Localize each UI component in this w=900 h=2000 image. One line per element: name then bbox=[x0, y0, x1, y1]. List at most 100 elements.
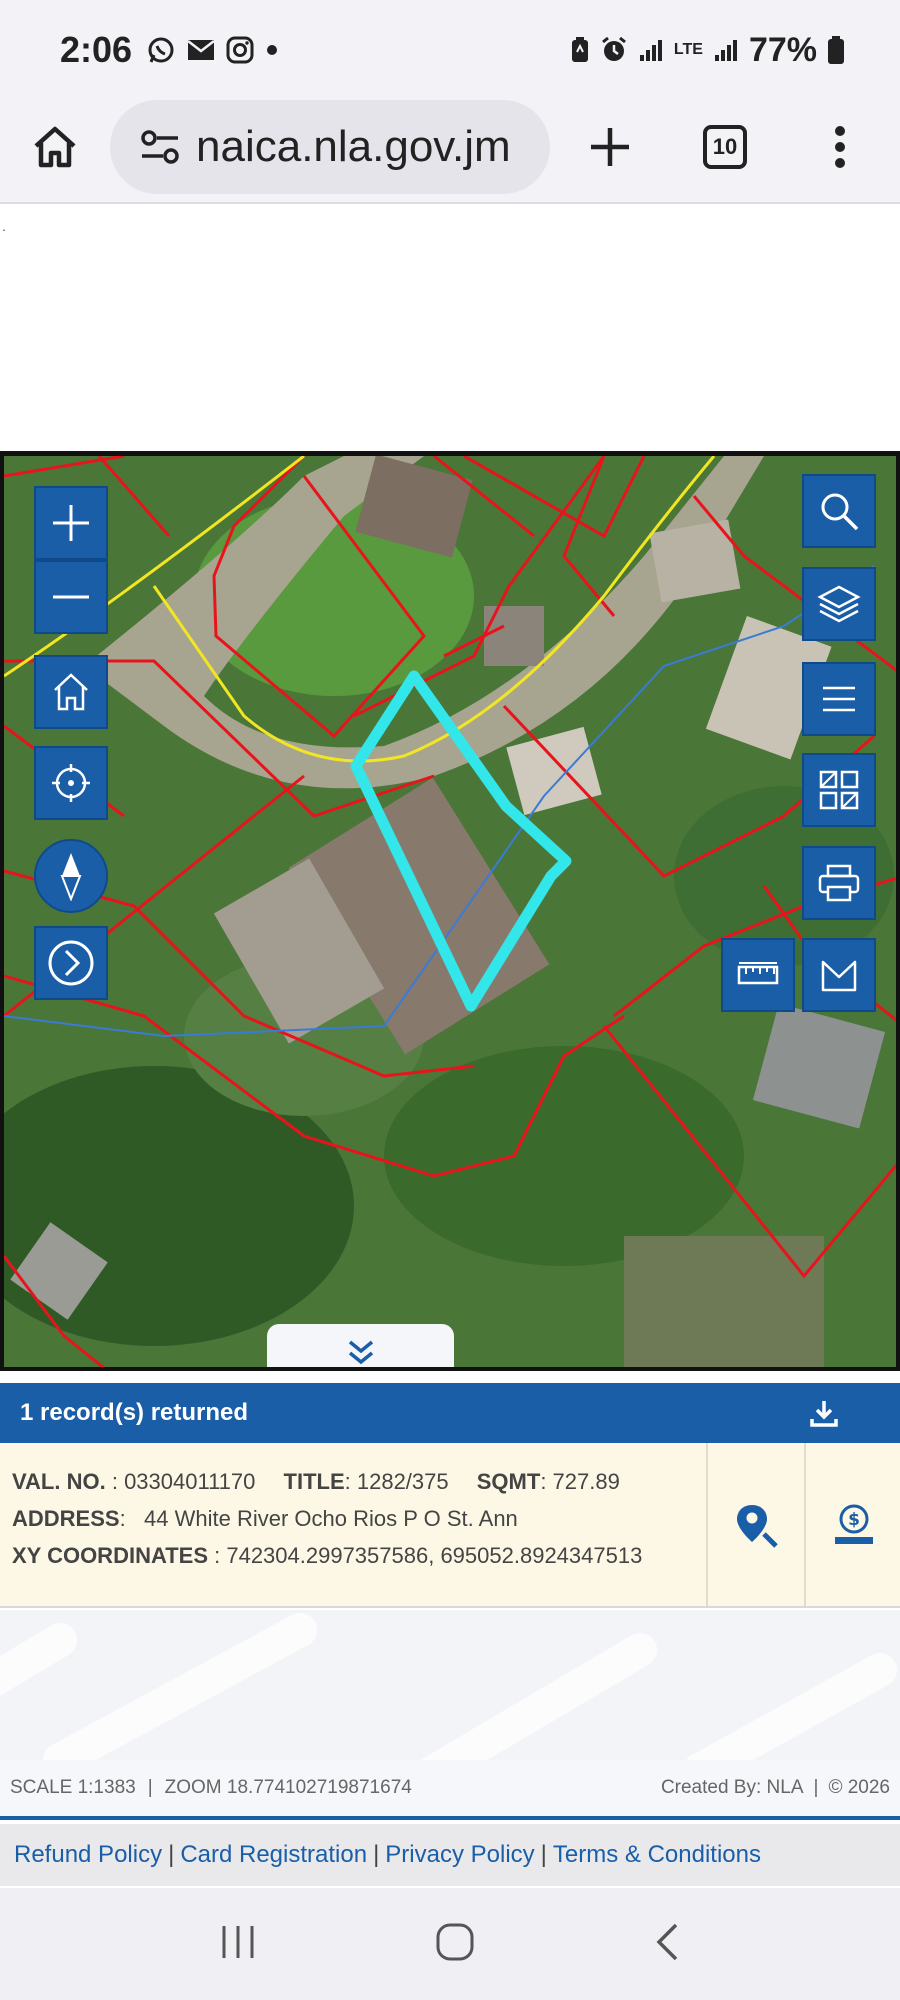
svg-text:$: $ bbox=[848, 1510, 860, 1530]
card-registration-link[interactable]: Card Registration bbox=[180, 1841, 367, 1869]
decorative-stripes bbox=[0, 1613, 897, 1760]
map-scale: SCALE 1:1383 bbox=[10, 1777, 136, 1798]
nav-home-button[interactable] bbox=[434, 1921, 476, 1968]
results-count: 1 record(s) returned bbox=[20, 1399, 249, 1426]
home-circle-icon bbox=[436, 1923, 474, 1960]
battery-saver-icon bbox=[571, 37, 588, 62]
xy-label: XY COORDINATES bbox=[12, 1543, 208, 1568]
recents-icon bbox=[222, 1925, 254, 1958]
zoom-to-parcel-button[interactable] bbox=[706, 1443, 804, 1606]
xy-value: 742304.2997357586, 695052.8924347513 bbox=[226, 1543, 643, 1568]
scale-separator: | bbox=[147, 1777, 153, 1798]
sqmt-label: SQMT bbox=[476, 1469, 541, 1494]
layers-button[interactable] bbox=[802, 567, 876, 641]
plus-icon bbox=[591, 128, 629, 166]
alarm-icon bbox=[601, 36, 626, 61]
url-text: naica.nla.gov.jm bbox=[196, 122, 511, 171]
tab-count: 10 bbox=[703, 125, 747, 169]
status-bar: 2:06 LTE 77% bbox=[0, 0, 900, 100]
record-details: VAL. NO. : 03304011170 TITLE: 1282/375 S… bbox=[12, 1463, 702, 1574]
plus-icon bbox=[53, 505, 89, 541]
results-empty-area bbox=[0, 1610, 900, 1760]
zoom-out-button[interactable] bbox=[34, 560, 108, 634]
map-zoom: ZOOM 18.774102719871674 bbox=[164, 1777, 412, 1798]
instagram-icon bbox=[226, 36, 254, 64]
scale-bar: SCALE 1:1383 | ZOOM 18.774102719871674 C… bbox=[0, 1760, 900, 1820]
back-chevron-icon bbox=[656, 1923, 678, 1960]
recent-apps-button[interactable] bbox=[218, 1922, 258, 1967]
collapse-results-tab[interactable] bbox=[267, 1324, 454, 1367]
val-no-value: 03304011170 bbox=[124, 1469, 256, 1494]
chevron-circle-right-icon bbox=[48, 940, 94, 986]
search-button[interactable] bbox=[802, 474, 876, 548]
minus-icon bbox=[53, 595, 89, 599]
status-system-icons: LTE 77% bbox=[570, 31, 845, 70]
home-icon bbox=[34, 126, 76, 168]
lte-icon: LTE bbox=[673, 41, 703, 58]
battery-percent: 77% bbox=[748, 30, 817, 69]
address-bar[interactable]: naica.nla.gov.jm bbox=[110, 100, 550, 194]
valuation-payment-button[interactable]: $ bbox=[804, 1443, 900, 1606]
search-icon bbox=[821, 493, 859, 531]
whatsapp-icon bbox=[148, 37, 174, 63]
map-view[interactable] bbox=[0, 451, 900, 1371]
nav-back-button[interactable] bbox=[652, 1921, 682, 1968]
footer-separator: | bbox=[540, 1841, 547, 1868]
satellite-imagery bbox=[4, 456, 896, 1367]
record-line-2: ADDRESS: 44 White River Ocho Rios P O St… bbox=[12, 1506, 518, 1531]
compass-button[interactable] bbox=[34, 839, 108, 913]
more-vert-icon bbox=[835, 126, 845, 168]
tab-switcher-button[interactable]: 10 bbox=[670, 92, 780, 202]
new-tab-button[interactable] bbox=[550, 92, 670, 202]
privacy-policy-link[interactable]: Privacy Policy bbox=[385, 1841, 534, 1869]
record-line-1: VAL. NO. : 03304011170 TITLE: 1282/375 S… bbox=[12, 1469, 620, 1494]
download-results-button[interactable] bbox=[806, 1395, 842, 1431]
battery-icon bbox=[828, 36, 844, 64]
address-value: 44 White River Ocho Rios P O St. Ann bbox=[144, 1506, 518, 1531]
measure-button[interactable] bbox=[721, 938, 795, 1012]
val-no-label: VAL. NO. bbox=[12, 1469, 106, 1494]
credit-separator: | bbox=[813, 1777, 819, 1798]
crosshair-icon bbox=[52, 764, 90, 802]
status-time: 2:06 bbox=[60, 29, 133, 70]
results-header: 1 record(s) returned bbox=[0, 1383, 900, 1443]
browser-home-button[interactable] bbox=[0, 92, 110, 202]
home-extent-button[interactable] bbox=[34, 655, 108, 729]
signal-icon bbox=[639, 40, 662, 61]
status-notification-icons bbox=[146, 35, 280, 65]
print-button[interactable] bbox=[802, 846, 876, 920]
copyright: © 2026 bbox=[828, 1777, 890, 1798]
double-chevron-down-icon bbox=[348, 1340, 373, 1365]
locate-button[interactable] bbox=[34, 746, 108, 820]
ruler-icon bbox=[737, 962, 779, 985]
terms-conditions-link[interactable]: Terms & Conditions bbox=[553, 1841, 761, 1869]
map-pin-search-icon bbox=[737, 1504, 778, 1548]
layers-icon bbox=[817, 585, 861, 623]
next-button[interactable] bbox=[34, 926, 108, 1000]
signal-icon bbox=[714, 40, 737, 61]
draw-button[interactable] bbox=[802, 938, 876, 1012]
browser-menu-button[interactable] bbox=[780, 92, 900, 202]
basemap-gallery-button[interactable] bbox=[802, 753, 876, 827]
printer-icon bbox=[818, 864, 860, 902]
site-settings-icon[interactable] bbox=[140, 129, 180, 165]
system-nav-bar bbox=[0, 1888, 900, 2000]
footer-links: Refund Policy | Card Registration | Priv… bbox=[0, 1824, 900, 1886]
address-label: ADDRESS bbox=[12, 1506, 120, 1531]
hamburger-icon bbox=[823, 686, 855, 712]
basemap-grid-icon bbox=[819, 770, 859, 810]
page-blank-area: . bbox=[0, 206, 900, 451]
footer-separator: | bbox=[168, 1841, 175, 1868]
dot-icon bbox=[267, 45, 278, 55]
refund-policy-link[interactable]: Refund Policy bbox=[14, 1841, 162, 1869]
stray-mark: . bbox=[2, 218, 6, 234]
footer-separator: | bbox=[373, 1841, 380, 1868]
dollar-hand-icon: $ bbox=[835, 1504, 873, 1544]
zoom-in-button[interactable] bbox=[34, 486, 108, 560]
result-record-row[interactable]: VAL. NO. : 03304011170 TITLE: 1282/375 S… bbox=[0, 1443, 900, 1608]
sqmt-value: 727.89 bbox=[552, 1469, 620, 1494]
menu-button[interactable] bbox=[802, 662, 876, 736]
draw-polygon-icon bbox=[821, 960, 857, 992]
browser-toolbar: naica.nla.gov.jm 10 bbox=[0, 92, 900, 204]
download-icon bbox=[810, 1401, 838, 1427]
